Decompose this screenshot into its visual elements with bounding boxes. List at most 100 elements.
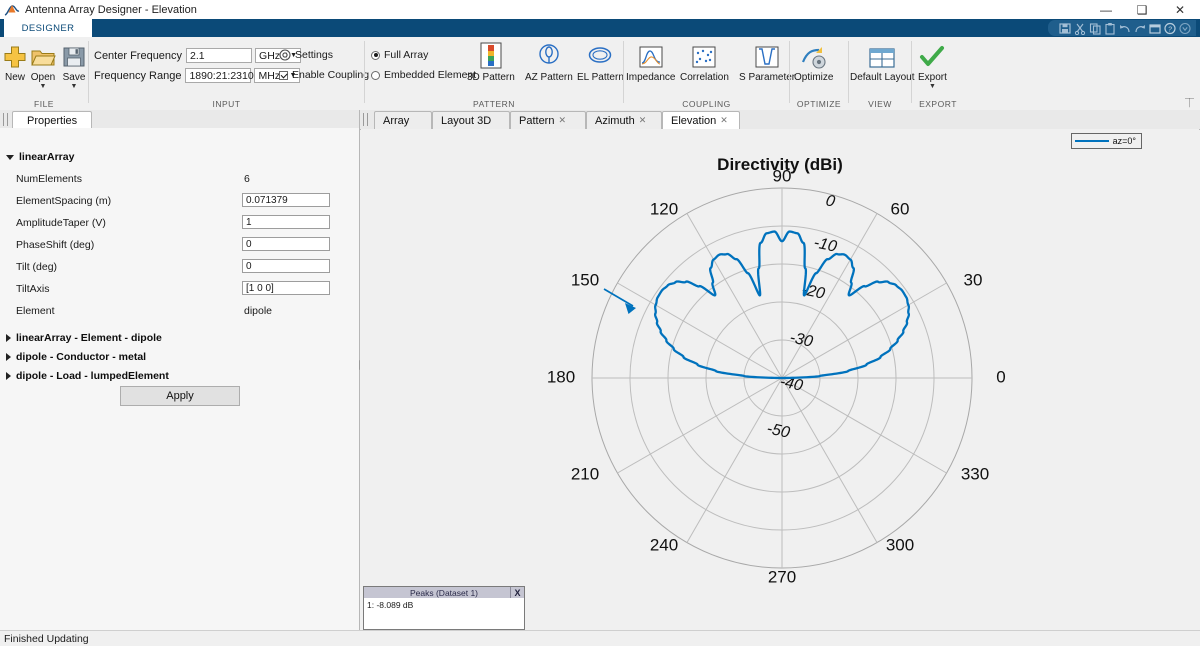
chevron-down-icon[interactable] xyxy=(1178,22,1192,35)
close-button[interactable]: ✕ xyxy=(1160,0,1200,19)
export-label: Export xyxy=(918,72,947,83)
group-label-input: INPUT xyxy=(212,99,241,109)
open-folder-icon xyxy=(30,40,56,70)
element-spacing-input[interactable]: 0.071379 xyxy=(242,193,330,207)
tab-pattern[interactable]: Pattern ✕ xyxy=(510,111,586,129)
save-caret-icon[interactable]: ▼ xyxy=(71,83,78,90)
triangle-down-icon xyxy=(6,154,14,160)
default-layout-button[interactable]: Default Layout xyxy=(850,40,915,83)
section-lineararray-element-dipole[interactable]: linearArray - Element - dipole xyxy=(6,332,162,344)
property-key: Tilt (deg) xyxy=(16,261,58,273)
maximize-button[interactable]: ❑ xyxy=(1124,0,1160,19)
correlation-label: Correlation xyxy=(680,72,729,83)
group-label-optimize: OPTIMIZE xyxy=(796,99,842,109)
angle-label-300: 300 xyxy=(886,535,914,554)
tilt-axis-input[interactable]: [1 0 0] xyxy=(242,281,330,295)
close-icon[interactable]: X xyxy=(510,587,524,598)
redo-icon[interactable] xyxy=(1133,22,1147,35)
center-frequency-input[interactable]: 2.1 xyxy=(186,48,253,63)
angle-label-60: 60 xyxy=(891,199,910,218)
apply-button[interactable]: Apply xyxy=(120,386,240,406)
section-lineararray[interactable]: linearArray xyxy=(6,151,74,163)
pattern-el-button[interactable]: EL Pattern xyxy=(577,40,624,83)
tab-label: Elevation xyxy=(671,114,717,127)
checkbox-icon xyxy=(279,70,288,80)
document-grip[interactable] xyxy=(363,113,368,126)
tab-designer[interactable]: DESIGNER xyxy=(4,19,92,37)
triangle-right-icon xyxy=(6,353,11,361)
section-dipole-load-lumpedelement[interactable]: dipole - Load - lumpedElement xyxy=(6,370,169,382)
enable-coupling-label: Enable Coupling xyxy=(292,69,370,81)
close-icon[interactable]: ✕ xyxy=(639,115,647,126)
embedded-element-radio[interactable]: Embedded Element xyxy=(371,69,476,81)
copy-icon[interactable] xyxy=(1088,22,1102,35)
undo-icon[interactable] xyxy=(1118,22,1132,35)
amplitude-taper-input[interactable]: 1 xyxy=(242,215,330,229)
angle-label-150: 150 xyxy=(571,270,599,289)
radial-label--10: -10 xyxy=(812,234,838,255)
angle-label-210: 210 xyxy=(571,464,599,483)
impedance-button[interactable]: Impedance xyxy=(626,40,675,83)
frequency-range-label: Frequency Range xyxy=(94,69,182,82)
layout-icon[interactable] xyxy=(1148,22,1162,35)
pattern-az-button[interactable]: AZ Pattern xyxy=(525,40,573,83)
close-icon[interactable]: ✕ xyxy=(720,115,728,126)
property-row-tiltaxis: TiltAxis [1 0 0] xyxy=(16,281,346,299)
tab-array[interactable]: Array xyxy=(374,111,432,129)
frequency-range-input[interactable]: 1890:21:2310 xyxy=(185,68,254,83)
tab-label: Azimuth xyxy=(595,114,635,127)
cut-icon[interactable] xyxy=(1073,22,1087,35)
ribbon-group-file: New Open ▼ Save ▼ FILE xyxy=(0,37,88,110)
window-controls: — ❑ ✕ xyxy=(1088,0,1200,19)
title-bar: Antenna Array Designer - Elevation — ❑ ✕ xyxy=(0,0,1200,20)
property-value: dipole xyxy=(244,305,273,317)
settings-button[interactable]: Settings xyxy=(279,49,333,61)
tab-properties[interactable]: Properties xyxy=(12,111,93,129)
export-button[interactable]: Export ▼ xyxy=(918,40,947,90)
collapse-ribbon-button[interactable]: ⏉ xyxy=(1185,96,1194,109)
tab-elevation[interactable]: Elevation ✕ xyxy=(662,111,740,129)
section-label: linearArray - Element - dipole xyxy=(16,332,162,344)
triangle-right-icon xyxy=(6,334,11,342)
peaks-panel-header[interactable]: Peaks (Dataset 1) X xyxy=(364,587,524,598)
open-button[interactable]: Open ▼ xyxy=(30,40,56,90)
phase-shift-input[interactable]: 0 xyxy=(242,237,330,251)
paste-icon[interactable] xyxy=(1103,22,1117,35)
radial-label--30: -30 xyxy=(788,329,814,350)
status-message: Finished Updating xyxy=(4,632,89,645)
help-icon[interactable]: ? xyxy=(1163,22,1177,35)
save-button[interactable]: Save ▼ xyxy=(62,40,86,90)
pattern-3d-button[interactable]: 3D Pattern xyxy=(467,40,515,83)
open-caret-icon[interactable]: ▼ xyxy=(40,83,47,90)
angle-label-330: 330 xyxy=(961,464,989,483)
save-disk-icon xyxy=(62,40,86,70)
correlation-button[interactable]: Correlation xyxy=(680,40,729,83)
section-dipole-conductor-metal[interactable]: dipole - Conductor - metal xyxy=(6,351,146,363)
save-icon[interactable] xyxy=(1058,22,1072,35)
group-label-export: EXPORT xyxy=(919,99,957,109)
impedance-label: Impedance xyxy=(626,72,676,83)
settings-label: Settings xyxy=(295,49,333,61)
minimize-button[interactable]: — xyxy=(1088,0,1124,19)
tab-azimuth[interactable]: Azimuth ✕ xyxy=(586,111,662,129)
optimize-icon xyxy=(800,40,828,70)
property-row-amplitudetaper: AmplitudeTaper (V) 1 xyxy=(16,215,346,233)
close-icon[interactable]: ✕ xyxy=(558,115,566,126)
tab-layout-3d[interactable]: Layout 3D xyxy=(432,111,510,129)
tilt-input[interactable]: 0 xyxy=(242,259,330,273)
peaks-panel-title: Peaks (Dataset 1) xyxy=(409,587,479,598)
optimize-button[interactable]: Optimize xyxy=(794,40,833,83)
angle-label-0: 0 xyxy=(996,367,1005,386)
section-label: dipole - Conductor - metal xyxy=(16,351,147,363)
full-array-radio[interactable]: Full Array xyxy=(371,49,428,61)
new-button[interactable]: New xyxy=(2,40,28,84)
panel-grip[interactable] xyxy=(3,113,8,126)
export-caret-icon[interactable]: ▼ xyxy=(929,83,936,90)
save-label: Save xyxy=(62,72,86,83)
embedded-element-label: Embedded Element xyxy=(384,69,477,81)
s-parameter-button[interactable]: S Parameter xyxy=(739,40,795,83)
new-icon xyxy=(2,40,28,70)
angle-label-180: 180 xyxy=(547,367,575,386)
enable-coupling-checkbox[interactable]: Enable Coupling xyxy=(279,69,369,81)
property-row-numelements: NumElements 6 xyxy=(16,171,346,189)
